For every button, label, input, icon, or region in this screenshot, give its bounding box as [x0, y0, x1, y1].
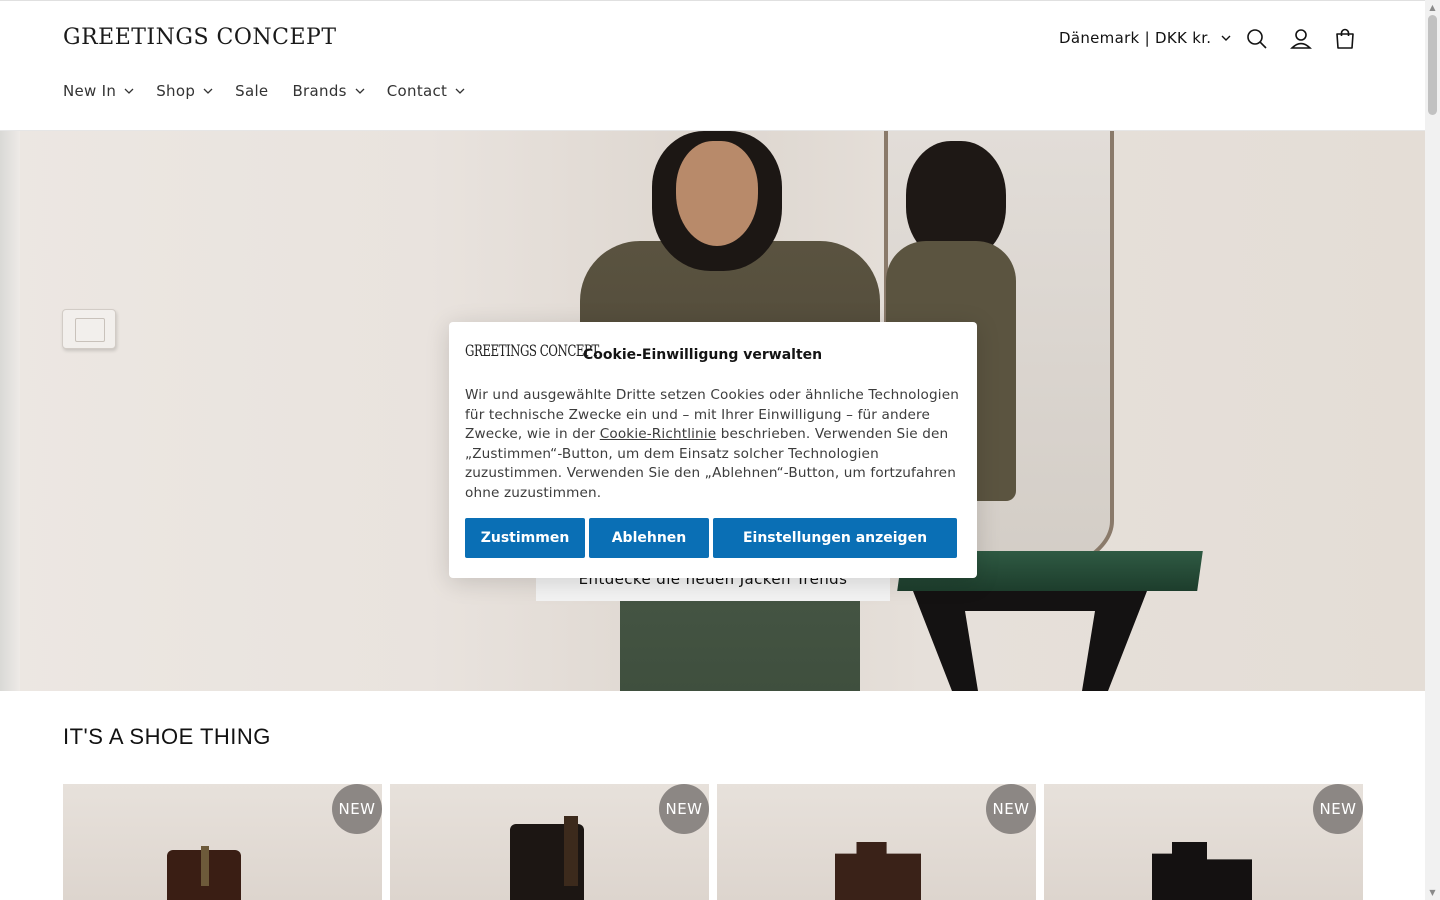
- product-grid: NEW NEW NEW NEW: [63, 784, 1363, 900]
- nav-item-contact[interactable]: Contact: [387, 82, 465, 100]
- accept-button[interactable]: Zustimmen: [465, 518, 585, 558]
- nav-item-brands[interactable]: Brands: [292, 82, 365, 100]
- chevron-down-icon: [203, 86, 213, 96]
- account-icon[interactable]: [1289, 27, 1313, 51]
- nav-item-label: Brands: [292, 82, 347, 100]
- chevron-down-icon: [124, 86, 134, 96]
- product-image: [167, 846, 241, 900]
- product-image: [1152, 842, 1252, 900]
- cookie-consent-dialog: GREETINGS CONCEPT Cookie-Einwilligung ve…: [449, 322, 977, 578]
- site-header: GREETINGS CONCEPT Dänemark | DKK kr. New…: [0, 1, 1425, 131]
- page-scrollbar[interactable]: ▲ ▼: [1425, 0, 1440, 900]
- product-card[interactable]: NEW: [717, 784, 1036, 900]
- cookie-dialog-header: GREETINGS CONCEPT Cookie-Einwilligung ve…: [465, 336, 961, 376]
- new-badge: NEW: [332, 784, 382, 834]
- product-card[interactable]: NEW: [63, 784, 382, 900]
- show-settings-button[interactable]: Einstellungen anzeigen: [713, 518, 957, 558]
- product-card[interactable]: NEW: [1044, 784, 1363, 900]
- new-badge: NEW: [1313, 784, 1363, 834]
- site-logo[interactable]: GREETINGS CONCEPT: [63, 25, 337, 50]
- hero-wall-edge: [0, 131, 20, 691]
- cart-icon[interactable]: [1333, 27, 1357, 51]
- country-selector-label: Dänemark | DKK kr.: [1059, 29, 1212, 47]
- nav-item-new-in[interactable]: New In: [63, 82, 134, 100]
- cookie-dialog-logo: GREETINGS CONCEPT: [465, 340, 599, 360]
- nav-item-shop[interactable]: Shop: [156, 82, 213, 100]
- product-image: [835, 842, 921, 900]
- product-card[interactable]: NEW: [390, 784, 709, 900]
- nav-item-label: Sale: [235, 82, 269, 100]
- country-selector[interactable]: Dänemark | DKK kr.: [1059, 29, 1231, 47]
- nav-item-label: Shop: [156, 82, 196, 100]
- new-badge: NEW: [659, 784, 709, 834]
- product-image: [510, 816, 584, 900]
- table-legs-image: [913, 591, 1147, 691]
- cookie-dialog-actions: Zustimmen Ablehnen Einstellungen anzeige…: [465, 518, 957, 558]
- main-nav: New In Shop Sale Brands Contact: [63, 82, 465, 100]
- search-icon[interactable]: [1245, 27, 1269, 51]
- reject-button[interactable]: Ablehnen: [589, 518, 709, 558]
- wall-switch-image: [62, 309, 116, 349]
- nav-item-sale[interactable]: Sale: [235, 82, 268, 100]
- new-badge: NEW: [986, 784, 1036, 834]
- chevron-down-icon: [355, 86, 365, 96]
- cookie-dialog-title: Cookie-Einwilligung verwalten: [583, 347, 823, 363]
- scrollbar-thumb[interactable]: [1428, 15, 1437, 115]
- scroll-down-arrow-icon[interactable]: ▼: [1428, 888, 1437, 897]
- cookie-policy-link[interactable]: Cookie-Richtlinie: [600, 426, 717, 442]
- scroll-up-arrow-icon[interactable]: ▲: [1428, 3, 1437, 12]
- cookie-dialog-text: Wir und ausgewählte Dritte setzen Cookie…: [465, 386, 961, 503]
- chevron-down-icon: [455, 86, 465, 96]
- nav-item-label: Contact: [386, 82, 448, 100]
- chevron-down-icon: [1221, 33, 1231, 43]
- section-title: IT'S A SHOE THING: [63, 724, 271, 749]
- nav-item-label: New In: [63, 82, 117, 100]
